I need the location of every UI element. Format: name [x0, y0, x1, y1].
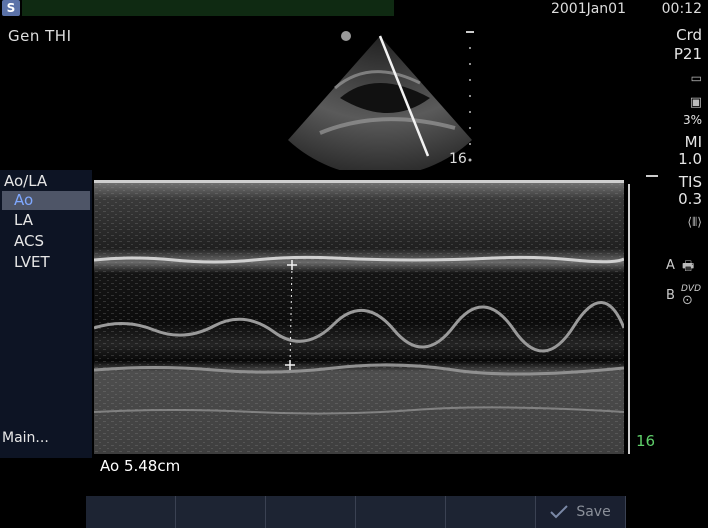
tis-value: 0.3 — [678, 190, 702, 208]
battery-icon: ▭ — [690, 71, 702, 85]
printer-icon: 🖶 — [682, 259, 695, 274]
save-button[interactable]: Save — [536, 496, 626, 528]
probe-label: P21 — [673, 45, 702, 63]
softkey-4[interactable] — [356, 496, 446, 528]
sector-image — [280, 28, 480, 177]
softkey-1[interactable] — [86, 496, 176, 528]
preset-label: Crd — [676, 26, 702, 44]
softkey-5[interactable] — [446, 496, 536, 528]
status-bar — [22, 0, 394, 16]
mmode-right-border — [628, 184, 630, 454]
softkey-bar: Save — [86, 496, 626, 528]
tis-label: TIS — [678, 173, 702, 191]
marker-a: A — [666, 258, 675, 273]
marker-b: B — [666, 288, 675, 303]
storage-percent: 3% — [682, 113, 702, 127]
save-label: Save — [576, 504, 611, 520]
menu-item-lvet[interactable]: LVET — [14, 253, 50, 271]
mi-label: MI — [684, 133, 702, 151]
focus-dot-icon — [341, 31, 351, 41]
disk-icon: ▣ — [689, 95, 702, 110]
sector-depth-label: 16 — [449, 151, 467, 167]
date-display: 2001Jan01 — [550, 1, 626, 17]
dvd-icon: ⊙ — [682, 293, 693, 308]
menu-title: Ao/LA — [4, 172, 48, 190]
menu-item-ao[interactable]: Ao — [2, 191, 90, 210]
sweep-speed-icon: ⟨⦀⟩ — [687, 215, 702, 229]
measurement-result: Ao 5.48cm — [100, 457, 181, 475]
mmode-depth-label: 16 — [636, 432, 656, 450]
softkey-2[interactable] — [176, 496, 266, 528]
depth-marker-top — [646, 175, 658, 177]
app-logo: S — [2, 0, 20, 16]
time-display: 00:12 — [661, 1, 702, 17]
mmode-trace — [93, 180, 626, 454]
main-menu-link[interactable]: Main... — [2, 430, 49, 446]
menu-item-la[interactable]: LA — [14, 211, 33, 229]
checkmark-icon — [550, 505, 569, 519]
menu-item-acs[interactable]: ACS — [14, 232, 44, 250]
softkey-3[interactable] — [266, 496, 356, 528]
imaging-mode-label: Gen THI — [8, 27, 72, 45]
mi-value: 1.0 — [678, 150, 702, 168]
